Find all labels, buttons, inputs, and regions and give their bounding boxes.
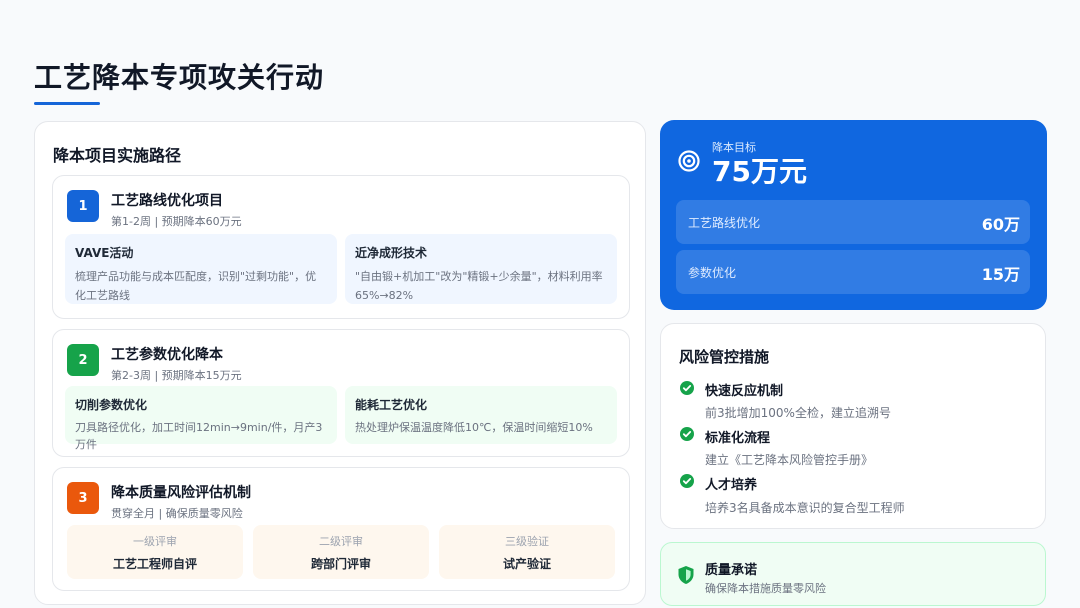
sub-item-title: 切削参数优化 [75, 398, 148, 412]
project-card-params[interactable]: 2 工艺参数优化降本 第2-3周 | 预期降本15万元 切削参数优化 刀具路径优… [52, 329, 630, 457]
project-subtitle: 第1-2周 | 预期降本60万元 [111, 215, 242, 228]
implementation-title: 降本项目实施路径 [53, 146, 182, 165]
level-value: 试产验证 [502, 557, 551, 571]
quality-panel: 质量承诺 确保降本措施质量零风险 [660, 542, 1046, 606]
risk-item-desc: 培养3名具备成本意识的复合型工程师 [705, 501, 905, 515]
sub-item-title: VAVE活动 [75, 246, 134, 260]
project-subtitle: 贯穿全月 | 确保质量零风险 [111, 507, 243, 520]
review-level-2[interactable]: 二级评审 跨部门评审 [253, 525, 429, 579]
breakdown-label: 工艺路线优化 [688, 216, 761, 230]
risk-item-title: 快速反应机制 [705, 384, 784, 399]
risk-item-desc: 建立《工艺降本风险管控手册》 [705, 453, 874, 467]
review-level-3[interactable]: 三级验证 试产验证 [439, 525, 615, 579]
review-level-1[interactable]: 一级评审 工艺工程师自评 [67, 525, 243, 579]
target-value: 75万元 [712, 155, 807, 188]
project-title: 工艺参数优化降本 [111, 347, 223, 363]
quality-title: 质量承诺 [705, 563, 758, 578]
risk-item-title: 标准化流程 [705, 431, 771, 446]
project-number-badge: 2 [67, 344, 99, 376]
sub-item-title: 近净成形技术 [355, 246, 428, 260]
sub-item-desc: 梳理产品功能与成本匹配度，识别"过剩功能"，优化工艺路线 [75, 270, 317, 302]
breakdown-value: 15万 [981, 265, 1020, 284]
sub-item-near-net[interactable]: 近净成形技术 "自由锻+机加工"改为"精锻+少余量"，材料利用率65%→82% [345, 234, 617, 304]
breakdown-row-route: 工艺路线优化 60万 [676, 200, 1030, 244]
check-circle-icon [680, 474, 694, 488]
check-circle-icon [680, 381, 694, 395]
project-subtitle: 第2-3周 | 预期降本15万元 [111, 369, 242, 382]
sub-item-desc: 刀具路径优化，加工时间12min→9min/件，月产3万件 [75, 421, 323, 451]
level-label: 一级评审 [133, 535, 177, 548]
sub-item-desc: 热处理炉保温温度降低10℃，保温时间缩短10% [355, 421, 593, 434]
project-number-badge: 3 [67, 482, 99, 514]
breakdown-label: 参数优化 [688, 266, 737, 280]
level-value: 工艺工程师自评 [112, 557, 197, 571]
breakdown-value: 60万 [981, 215, 1020, 234]
sub-item-energy[interactable]: 能耗工艺优化 热处理炉保温温度降低10℃，保温时间缩短10% [345, 386, 617, 444]
sub-item-desc: "自由锻+机加工"改为"精锻+少余量"，材料利用率65%→82% [355, 270, 603, 302]
risk-panel: 风险管控措施 快速反应机制 前3批增加100%全检，建立追溯号 标准化流程 建立… [660, 323, 1046, 529]
sub-item-cutting[interactable]: 切削参数优化 刀具路径优化，加工时间12min→9min/件，月产3万件 [65, 386, 337, 451]
shield-icon [678, 566, 694, 584]
sub-item-vave[interactable]: VAVE活动 梳理产品功能与成本匹配度，识别"过剩功能"，优化工艺路线 [65, 234, 337, 304]
target-icon [678, 150, 700, 172]
sub-item-title: 能耗工艺优化 [355, 398, 428, 412]
breakdown-row-params: 参数优化 15万 [676, 250, 1030, 294]
title-underline [34, 102, 100, 105]
level-value: 跨部门评审 [310, 557, 371, 571]
project-title: 工艺路线优化项目 [111, 193, 223, 209]
project-card-risk-eval[interactable]: 3 降本质量风险评估机制 贯穿全月 | 确保质量零风险 一级评审 工艺工程师自评… [52, 467, 630, 591]
risk-title: 风险管控措施 [679, 348, 770, 366]
page-title: 工艺降本专项攻关行动 [34, 61, 325, 94]
risk-item-desc: 前3批增加100%全检，建立追溯号 [705, 406, 891, 420]
level-label: 三级验证 [505, 535, 549, 548]
level-label: 二级评审 [319, 535, 363, 548]
project-number-badge: 1 [67, 190, 99, 222]
quality-desc: 确保降本措施质量零风险 [705, 582, 826, 595]
project-card-route[interactable]: 1 工艺路线优化项目 第1-2周 | 预期降本60万元 VAVE活动 梳理产品功… [52, 175, 630, 319]
check-circle-icon [680, 427, 694, 441]
target-panel: 降本目标 75万元 工艺路线优化 60万 参数优化 15万 [660, 120, 1047, 310]
project-title: 降本质量风险评估机制 [111, 485, 251, 501]
risk-item-title: 人才培养 [705, 478, 758, 493]
implementation-panel: 降本项目实施路径 1 工艺路线优化项目 第1-2周 | 预期降本60万元 VAV… [34, 121, 646, 605]
